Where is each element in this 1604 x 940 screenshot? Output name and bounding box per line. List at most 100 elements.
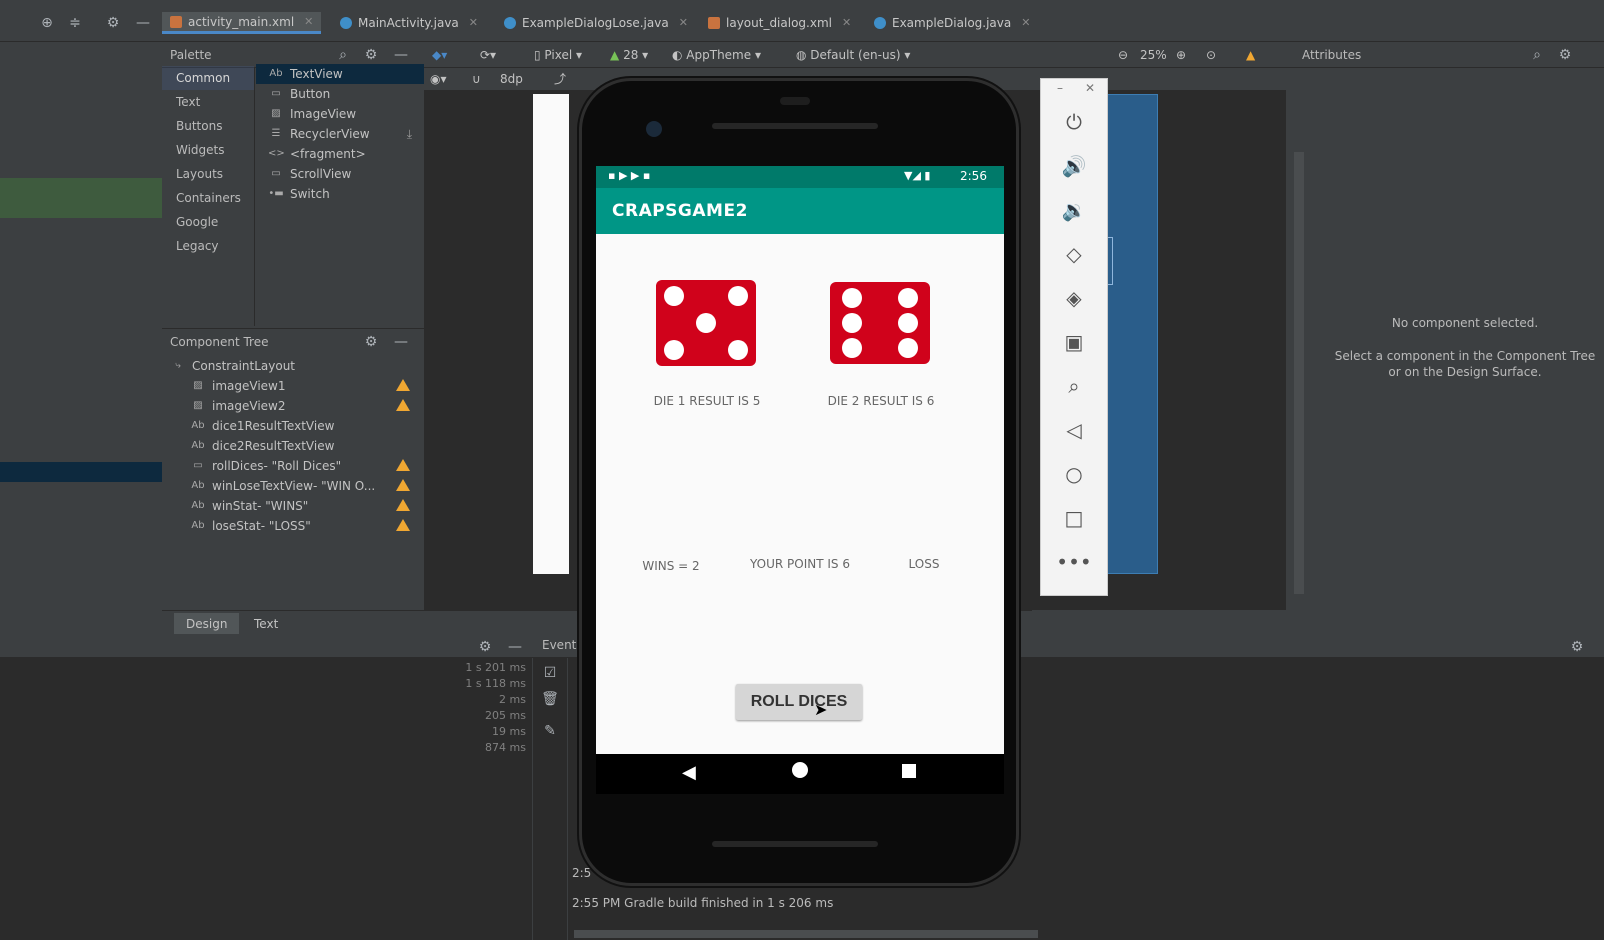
locale-dropdown[interactable]: ◍ Default (en-us) ▾ [796,42,910,68]
scrollbar[interactable] [1294,152,1304,594]
tree-item[interactable]: ▭ rollDices- "Roll Dices" [162,456,424,476]
minimize-icon[interactable]: — [132,12,154,34]
palette-item-imageview[interactable]: ▨ ImageView [256,104,424,124]
warning-icon[interactable] [396,499,410,511]
wrench-icon[interactable]: ✎ [539,720,561,742]
theme-dropdown[interactable]: ◐ AppTheme ▾ [672,42,761,68]
tree-item[interactable]: Ab winLoseTextView- "WIN O... [162,476,424,496]
mark-read-icon[interactable]: ☑ [539,662,561,684]
eye-icon[interactable]: ◉▾ [430,68,447,90]
palette-category-containers[interactable]: Containers [162,186,254,210]
palette-item-button[interactable]: ▭ Button [256,84,424,104]
zoom-icon[interactable]: ⌕ [1041,373,1107,399]
palette-category-legacy[interactable]: Legacy [162,234,254,258]
tree-root[interactable]: ⤷ ConstraintLayout [162,356,424,376]
palette-category-widgets[interactable]: Widgets [162,138,254,162]
palette-item-fragment[interactable]: <> <fragment> [256,144,424,164]
tree-item[interactable]: ▨ imageView1 [162,376,424,396]
rotate-right-icon[interactable]: ◈ [1041,285,1107,311]
scrollbar[interactable] [574,930,1038,938]
warning-icon[interactable] [396,399,410,411]
gear-icon[interactable]: ⚙ [1566,636,1588,658]
tree-item[interactable]: Ab dice1ResultTextView [162,416,424,436]
api-dropdown[interactable]: ▲ 28 ▾ [610,42,648,68]
tree-item[interactable]: ▨ imageView2 [162,396,424,416]
tab-design[interactable]: Design [174,613,240,635]
device-dropdown[interactable]: ▯ Pixel ▾ [534,42,582,68]
tab-layout-dialog[interactable]: layout_dialog.xml ✕ [700,12,859,34]
textview-icon: Ab [191,420,205,431]
infer-icon[interactable]: ⤴ [554,68,566,90]
back-icon[interactable]: ◁ [1041,417,1107,443]
rotate-left-icon[interactable]: ◇ [1041,241,1107,267]
trash-icon[interactable]: 🗑 [539,688,561,710]
volume-down-icon[interactable]: 🔉 [1041,197,1107,223]
warning-icon[interactable] [396,379,410,391]
tab-example-dialog[interactable]: ExampleDialog.java ✕ [866,12,1038,34]
home-icon[interactable]: ○ [1041,461,1107,487]
volume-up-icon[interactable]: 🔊 [1041,153,1107,179]
close-icon[interactable]: ✕ [469,12,478,34]
tab-main-activity[interactable]: MainActivity.java ✕ [332,12,486,34]
layers-icon[interactable]: ◆▾ [432,42,447,68]
divider [254,68,255,326]
minimize-icon[interactable]: — [390,331,412,353]
zoom-fit-icon[interactable]: ⊙ [1206,42,1216,68]
margin-value[interactable]: 8dp [500,68,523,90]
close-icon[interactable]: ✕ [1085,81,1095,95]
attributes-title: Attributes [1302,48,1362,62]
warning-icon[interactable] [396,459,410,471]
zoom-out-icon[interactable]: ⊖ [1118,42,1128,68]
minimize-icon[interactable]: – [1057,81,1063,95]
warning-icon[interactable]: ▲ [1246,42,1255,68]
overview-icon[interactable] [902,764,916,778]
home-icon[interactable] [792,762,808,778]
roll-dices-button[interactable]: ROLL DICES [736,684,862,720]
palette-item-recyclerview[interactable]: ☰ RecyclerView ⤓ [256,124,424,144]
orientation-icon[interactable]: ⟳▾ [480,42,496,68]
gear-icon[interactable]: ⚙ [102,12,124,34]
minimize-icon[interactable]: — [390,44,412,66]
close-icon[interactable]: ✕ [842,12,851,34]
design-preview[interactable] [533,94,569,574]
gear-icon[interactable]: ⚙ [1554,44,1576,66]
search-icon[interactable]: ⌕ [332,44,354,66]
emulator-screen[interactable]: ▪ ▶ ▶ ▪ ▼◢ ▮ 2:56 CRAPSGAME2 DIE 1 RESUL… [596,166,1004,754]
palette-category-google[interactable]: Google [162,210,254,234]
textview-icon: Ab [269,68,283,79]
close-icon[interactable]: ✕ [1021,12,1030,34]
tab-example-dialog-lose[interactable]: ExampleDialogLose.java ✕ [496,12,696,34]
palette-item-scrollview[interactable]: ▭ ScrollView [256,164,424,184]
gear-icon[interactable]: ⚙ [360,44,382,66]
minimize-icon[interactable]: — [504,636,526,658]
palette-category-buttons[interactable]: Buttons [162,114,254,138]
tab-text[interactable]: Text [242,613,290,635]
palette-category-common[interactable]: Common [162,66,254,90]
gear-icon[interactable]: ⚙ [474,636,496,658]
palette-category-layouts[interactable]: Layouts [162,162,254,186]
close-icon[interactable]: ✕ [679,12,688,34]
close-icon[interactable]: ✕ [304,11,313,33]
collapse-icon[interactable]: ≑ [64,12,86,34]
back-icon[interactable]: ◀ [682,762,696,783]
event-log-title[interactable]: Event [542,638,576,652]
zoom-in-icon[interactable]: ⊕ [1176,42,1186,68]
power-icon[interactable]: ⏻ [1041,109,1107,135]
search-icon[interactable]: ⌕ [1526,44,1548,66]
camera-icon[interactable]: ▣ [1041,329,1107,355]
palette-item-textview[interactable]: Ab TextView [256,64,424,84]
warning-icon[interactable] [396,519,410,531]
tab-activity-main[interactable]: activity_main.xml ✕ [162,11,322,34]
more-icon[interactable]: ••• [1041,549,1107,575]
gear-icon[interactable]: ⚙ [360,331,382,353]
magnet-icon[interactable]: ∪ [472,68,481,90]
overview-icon[interactable]: □ [1041,505,1107,531]
tree-item[interactable]: Ab dice2ResultTextView [162,436,424,456]
crosshair-icon[interactable]: ⊕ [36,12,58,34]
download-icon[interactable]: ⤓ [407,124,412,144]
palette-item-switch[interactable]: •▬ Switch [256,184,424,204]
tree-item[interactable]: Ab loseStat- "LOSS" [162,516,424,536]
palette-category-text[interactable]: Text [162,90,254,114]
tree-item[interactable]: Ab winStat- "WINS" [162,496,424,516]
warning-icon[interactable] [396,479,410,491]
